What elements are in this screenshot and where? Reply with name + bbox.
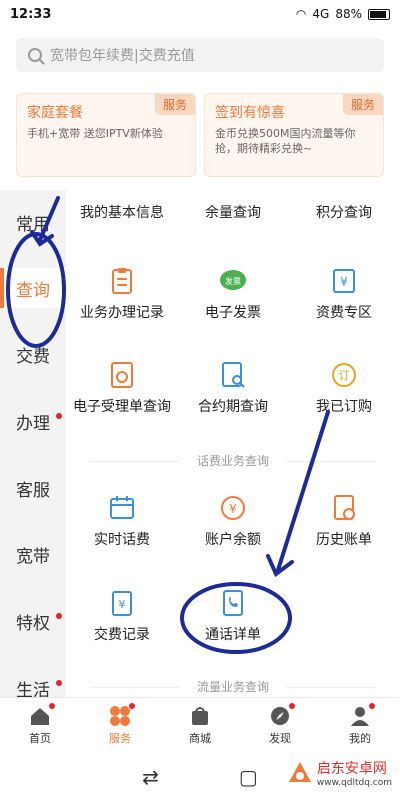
item-call-details[interactable]: 通话详单	[178, 588, 288, 644]
search-placeholder: 宽带包年续费|交费充值	[50, 48, 195, 64]
notification-dot	[289, 703, 295, 709]
nav-profile[interactable]: 我的	[320, 698, 400, 753]
notification-dot	[129, 703, 135, 709]
sidebar-item-query[interactable]: 查询	[0, 268, 66, 308]
doc-search-icon	[218, 360, 248, 390]
payment-record-icon: ¥	[107, 588, 137, 618]
calendar-icon	[107, 493, 137, 523]
invoice-icon: 发票	[218, 266, 248, 296]
bill-history-icon	[329, 493, 359, 523]
category-sidebar: 常用 查询 交费 办理 客服 宽带 特权 生活	[0, 190, 66, 701]
wifi-icon: ◠	[295, 7, 307, 21]
shop-icon	[189, 705, 211, 727]
call-detail-icon	[218, 588, 248, 618]
sidebar-item-broadband[interactable]: 宽带	[0, 534, 66, 574]
watermark: 启东安卓网 www.qdltdq.com	[287, 758, 392, 788]
item-my-orders[interactable]: 订 我已订购	[289, 360, 399, 416]
clipboard-icon	[107, 266, 137, 296]
promo-card-family[interactable]: 家庭套餐 手机+宽带 送您IPTV新体验 服务	[16, 93, 196, 177]
item-tariff-zone[interactable]: ¥ 资费专区	[289, 266, 399, 322]
search-icon	[28, 48, 42, 62]
profile-icon	[349, 703, 375, 727]
nav-service[interactable]: 服务	[80, 698, 160, 753]
item-realtime-fee[interactable]: 实时话费	[67, 493, 177, 549]
section-title-data: 流量业务查询	[66, 678, 400, 695]
sidebar-item-payment[interactable]: 交费	[0, 334, 66, 374]
sidebar-item-common[interactable]: 常用	[0, 202, 66, 242]
nav-discover[interactable]: 发现	[240, 698, 320, 753]
service-grid: 我的基本信息 余量查询 积分查询 业务办理记录 发票 电子发票 ¥ 资费专区 电…	[66, 190, 400, 697]
svg-text:¥: ¥	[340, 275, 348, 289]
nav-shop[interactable]: 商城	[160, 698, 240, 753]
notification-dot	[56, 413, 62, 419]
sidebar-item-privilege[interactable]: 特权	[0, 601, 66, 641]
promo-desc: 手机+宽带 送您IPTV新体验	[27, 127, 163, 140]
item-balance-query[interactable]: 余量查询	[178, 202, 288, 222]
yen-doc-icon: ¥	[329, 266, 359, 296]
network-type: 4G	[312, 7, 330, 21]
clock: 12:33	[10, 6, 52, 22]
item-contract-query[interactable]: 合约期查询	[178, 360, 288, 416]
notification-dot	[49, 703, 55, 709]
notification-dot	[56, 680, 62, 686]
promo-card-checkin[interactable]: 签到有惊喜 金币兑换500M国内流量等你抢，期待精彩兑换~ 服务	[204, 93, 384, 177]
sidebar-item-handle[interactable]: 办理	[0, 401, 66, 441]
battery-percent: 88%	[335, 7, 362, 21]
nav-home[interactable]: 首页	[0, 698, 80, 753]
promo-tag: 服务	[154, 94, 195, 115]
switch-icon[interactable]: ⇄	[142, 765, 159, 789]
order-refresh-icon: 订	[329, 360, 359, 390]
battery-icon	[368, 8, 390, 20]
svg-text:发票: 发票	[225, 276, 241, 286]
bottom-nav: 首页 服务 商城 发现 我的	[0, 697, 400, 753]
svg-text:¥: ¥	[119, 598, 126, 611]
item-bill-history[interactable]: 历史账单	[289, 493, 399, 549]
svg-text:订: 订	[339, 369, 350, 382]
yen-circle-icon: ¥	[218, 493, 248, 523]
notification-dot	[56, 613, 62, 619]
home-icon	[29, 703, 55, 727]
item-business-records[interactable]: 业务办理记录	[67, 266, 177, 322]
item-account-balance[interactable]: ¥ 账户余额	[178, 493, 288, 549]
service-icon	[109, 703, 135, 727]
svg-text:¥: ¥	[229, 502, 237, 516]
discover-icon	[269, 703, 295, 727]
item-e-invoice[interactable]: 发票 电子发票	[178, 266, 288, 322]
item-e-receipt-query[interactable]: 电子受理单查询	[67, 360, 177, 416]
watermark-logo-icon	[288, 762, 311, 782]
item-basic-info[interactable]: 我的基本信息	[67, 202, 177, 222]
promo-tag: 服务	[342, 94, 383, 115]
status-bar: 12:33 ◠ 4G 88%	[0, 0, 400, 28]
sidebar-item-service[interactable]: 客服	[0, 468, 66, 508]
search-input[interactable]: 宽带包年续费|交费充值	[16, 38, 384, 72]
receipt-icon	[107, 360, 137, 390]
section-title-billing: 话费业务查询	[66, 452, 400, 469]
item-points-query[interactable]: 积分查询	[289, 202, 399, 222]
promo-desc: 金币兑换500M国内流量等你抢，期待精彩兑换~	[215, 127, 356, 155]
recents-square-icon[interactable]: ▢	[239, 765, 258, 789]
item-payment-records[interactable]: ¥ 交费记录	[67, 588, 177, 644]
notification-dot	[369, 703, 375, 709]
